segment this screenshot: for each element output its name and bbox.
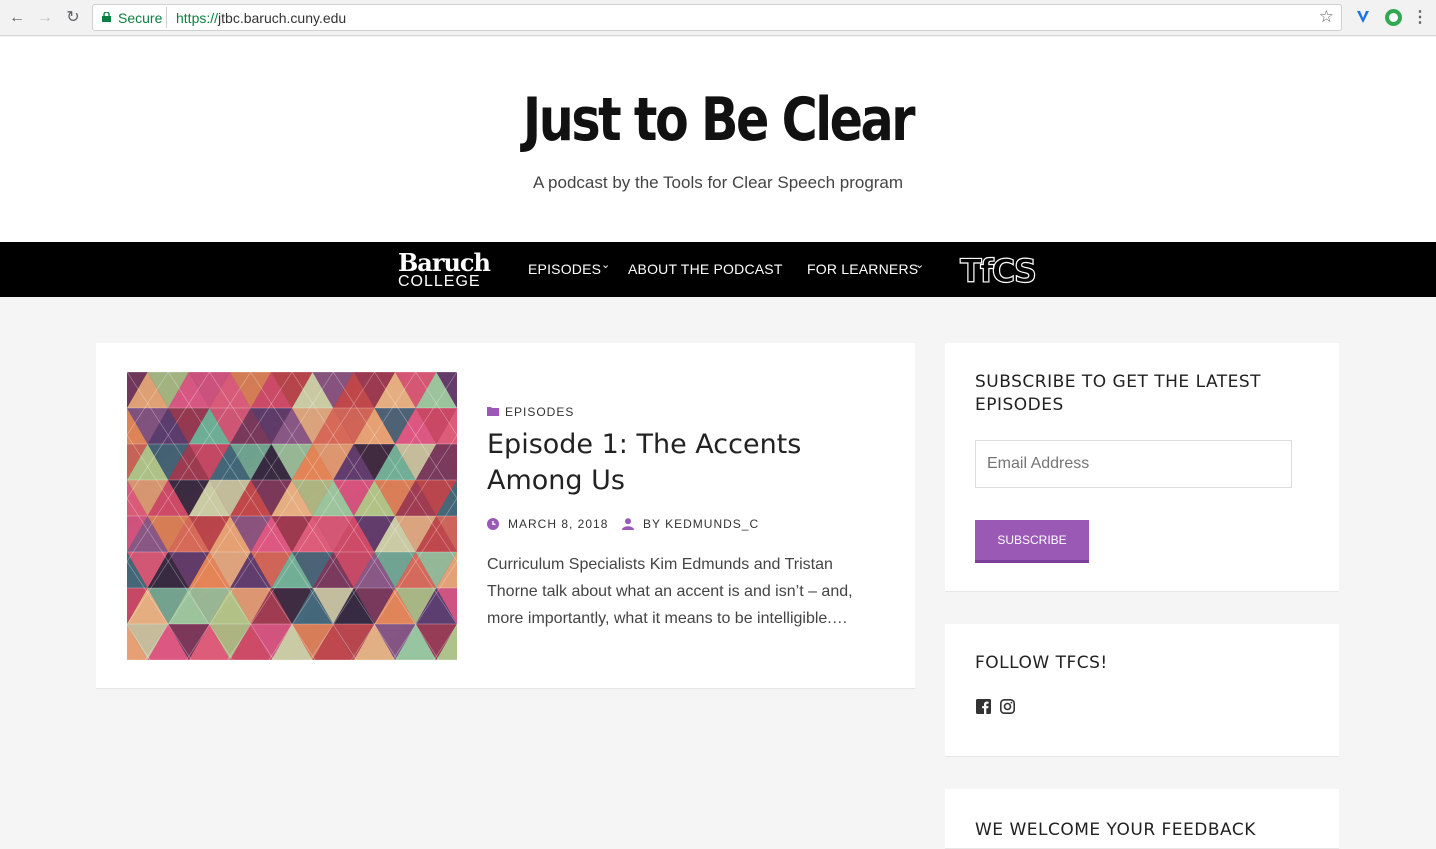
- extension-v-icon[interactable]: [1355, 9, 1371, 25]
- folder-icon: [487, 407, 499, 416]
- instagram-icon[interactable]: [1000, 699, 1015, 714]
- post-date[interactable]: MARCH 8, 2018: [508, 517, 608, 531]
- feedback-widget: WE WELCOME YOUR FEEDBACK: [945, 789, 1339, 849]
- url-text[interactable]: https://jtbc.baruch.cuny.edu: [176, 10, 346, 26]
- secure-label: Secure: [118, 10, 163, 26]
- clock-icon: [487, 518, 499, 530]
- site-tagline: A podcast by the Tools for Clear Speech …: [532, 173, 904, 192]
- url-separator: [166, 7, 167, 28]
- bookmark-star-icon[interactable]: ☆: [1319, 7, 1334, 27]
- baruch-college-logo[interactable]: Baruch COLLEGE: [398, 248, 491, 290]
- user-icon: [622, 518, 634, 530]
- site-title[interactable]: Just to Be Clear: [129, 85, 1307, 155]
- back-icon[interactable]: ←: [7, 8, 27, 28]
- main-navigation: Baruch COLLEGE EPISODES ⌄ ABOUT THE PODC…: [0, 242, 1436, 297]
- facebook-icon[interactable]: [976, 699, 991, 714]
- lock-icon: [102, 12, 111, 22]
- site-header: Just to Be Clear A podcast by the Tools …: [0, 37, 1436, 242]
- subscribe-widget: SUBSCRIBE TO GET THE LATEST EPISODES SUB…: [945, 343, 1339, 592]
- post-card: EPISODES Episode 1: The Accents Among Us…: [96, 343, 915, 689]
- url-host: jtbc.baruch.cuny.edu: [218, 10, 347, 26]
- logo-text-bottom: COLLEGE: [398, 273, 481, 290]
- email-field[interactable]: [975, 440, 1292, 488]
- post-excerpt: Curriculum Specialists Kim Edmunds and T…: [487, 556, 853, 627]
- browser-toolbar: ← → ↻ Secure https://jtbc.baruch.cuny.ed…: [0, 0, 1436, 36]
- subscribe-button[interactable]: SUBSCRIBE: [975, 520, 1089, 563]
- forward-icon[interactable]: →: [35, 8, 55, 28]
- post-category[interactable]: EPISODES: [505, 405, 574, 419]
- browser-menu-icon[interactable]: ⋮: [1412, 7, 1428, 27]
- post-thumbnail[interactable]: [127, 372, 457, 660]
- chevron-down-icon[interactable]: ⌄: [915, 258, 924, 271]
- nav-item-about[interactable]: ABOUT THE PODCAST: [628, 261, 783, 277]
- reload-icon[interactable]: ↻: [63, 8, 83, 28]
- url-scheme: https://: [176, 10, 219, 26]
- follow-widget: FOLLOW TFCS!: [945, 624, 1339, 757]
- tfcs-logo[interactable]: TfCS: [959, 251, 1037, 290]
- nav-item-episodes[interactable]: EPISODES: [528, 261, 601, 277]
- chevron-down-icon[interactable]: ⌄: [601, 258, 610, 271]
- triangle-mosaic-image: [127, 372, 457, 660]
- follow-widget-title: FOLLOW TFCS!: [975, 653, 1108, 673]
- post-author[interactable]: BY KEDMUNDS_C: [643, 517, 759, 531]
- post-title[interactable]: Episode 1: The Accents Among Us: [487, 427, 867, 499]
- nav-item-for-learners[interactable]: FOR LEARNERS: [807, 261, 918, 277]
- address-bar[interactable]: Secure https://jtbc.baruch.cuny.edu ☆: [92, 4, 1342, 31]
- subscribe-widget-title: SUBSCRIBE TO GET THE LATEST EPISODES: [975, 372, 1262, 415]
- extension-green-icon[interactable]: [1385, 9, 1402, 26]
